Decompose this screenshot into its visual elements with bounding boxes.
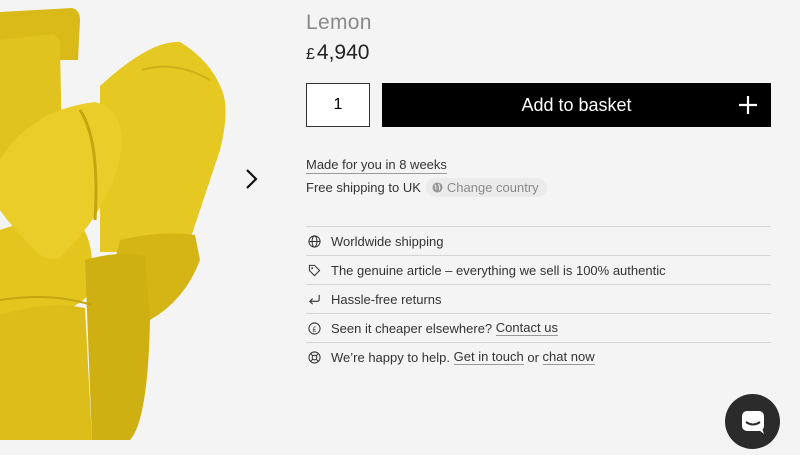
feature-text: Worldwide shipping	[331, 233, 444, 249]
feature-item: The genuine article – everything we sell…	[306, 255, 771, 284]
sofa-image	[0, 8, 226, 440]
svg-text:£: £	[312, 324, 317, 333]
change-country-button[interactable]: Change country	[425, 177, 547, 197]
get-in-touch-link[interactable]: Get in touch	[453, 349, 524, 365]
lifebuoy-icon	[307, 350, 321, 364]
chat-bubble-icon	[741, 410, 764, 434]
feature-item: We’re happy to help. Get in touch or cha…	[306, 342, 771, 371]
feature-item: Worldwide shipping	[306, 226, 771, 255]
add-to-basket-button[interactable]: Add to basket	[382, 83, 771, 127]
chat-launcher-button[interactable]	[725, 394, 780, 449]
pound-icon: £	[307, 321, 321, 335]
product-image-gallery	[0, 0, 290, 455]
feature-item: Hassle-free returns	[306, 284, 771, 313]
globe-icon	[307, 234, 321, 248]
feature-text: We’re happy to help.	[331, 349, 450, 365]
quantity-input[interactable]	[306, 83, 370, 127]
add-to-basket-label: Add to basket	[521, 94, 632, 115]
plus-icon	[739, 96, 757, 114]
product-name: Lemon	[306, 11, 372, 34]
chat-now-link[interactable]: chat now	[542, 349, 595, 365]
shipping-info: Free shipping to UK Change country	[306, 177, 547, 197]
return-arrow-icon	[307, 292, 321, 306]
or-text: or	[527, 349, 539, 365]
feature-list: Worldwide shipping The genuine article –…	[306, 226, 771, 371]
feature-text: Hassle-free returns	[331, 291, 442, 307]
price-value: 4,940	[316, 41, 370, 64]
currency-symbol: £	[306, 46, 315, 63]
feature-item: £ Seen it cheaper elsewhere? Contact us	[306, 313, 771, 342]
globe-icon	[432, 181, 443, 193]
contact-us-link[interactable]: Contact us	[495, 320, 558, 336]
next-image-chevron-icon[interactable]	[244, 168, 270, 196]
lead-time-text: Made for you in 8 weeks	[306, 157, 447, 174]
shipping-text: Free shipping to UK	[306, 179, 421, 195]
product-price: £4,940	[306, 41, 369, 65]
feature-text: The genuine article – everything we sell…	[331, 262, 666, 278]
change-country-label: Change country	[446, 179, 539, 195]
feature-text: Seen it cheaper elsewhere?	[331, 320, 493, 336]
tag-icon	[307, 263, 321, 277]
